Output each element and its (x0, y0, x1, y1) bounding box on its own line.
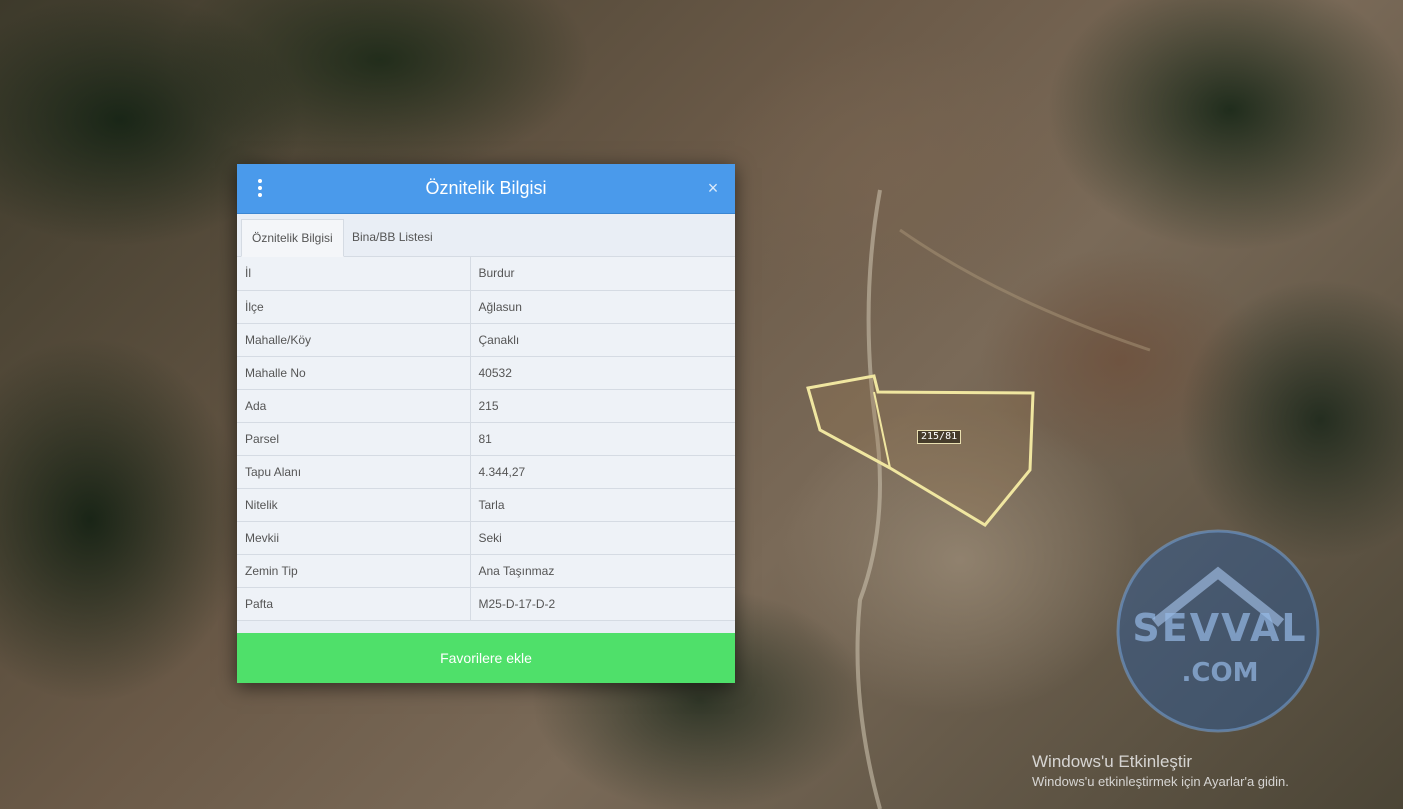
row-value: Ana Taşınmaz (470, 554, 735, 588)
row-value: 4.344,27 (470, 455, 735, 489)
row-key: Tapu Alanı (237, 455, 471, 489)
row-value: M25-D-17-D-2 (470, 587, 735, 621)
row-value: 40532 (470, 356, 735, 390)
row-key: Mevkii (237, 521, 471, 555)
table-row: Mevkii Seki (237, 521, 735, 555)
row-key: Pafta (237, 587, 471, 621)
parcel-outline[interactable] (806, 374, 1035, 527)
row-value: Seki (470, 521, 735, 555)
table-row: Mahalle No 40532 (237, 356, 735, 390)
activation-title: Windows'u Etkinleştir (1032, 752, 1193, 771)
close-icon[interactable]: × (705, 178, 721, 198)
row-value: Çanaklı (470, 323, 735, 357)
row-value: Burdur (470, 257, 735, 291)
row-value: 81 (470, 422, 735, 456)
row-value: Ağlasun (470, 290, 735, 324)
tab-building-list[interactable]: Bina/BB Listesi (342, 219, 443, 255)
table-row: Parsel 81 (237, 422, 735, 456)
table-row: Nitelik Tarla (237, 488, 735, 522)
dialog-header: Öznitelik Bilgisi × (237, 164, 735, 214)
sevval-watermark: SEVVAL .COM (1115, 528, 1325, 733)
table-row: İl Burdur (237, 257, 735, 291)
add-to-favorites-button[interactable]: Favorilere ekle (237, 633, 735, 683)
row-key: Ada (237, 389, 471, 423)
row-key: İl (237, 257, 471, 291)
tab-attribute-info[interactable]: Öznitelik Bilgisi (241, 219, 344, 257)
dialog-tabs: Öznitelik Bilgisi Bina/BB Listesi (237, 214, 735, 257)
attribute-info-dialog: Öznitelik Bilgisi × Öznitelik Bilgisi Bi… (237, 164, 735, 683)
table-row: Zemin Tip Ana Taşınmaz (237, 554, 735, 588)
row-key: Zemin Tip (237, 554, 471, 588)
dialog-title: Öznitelik Bilgisi (425, 178, 547, 198)
windows-activation-notice: Windows'u Etkinleştir Windows'u etkinleş… (1032, 752, 1289, 789)
row-key: Mahalle/Köy (237, 323, 471, 357)
dirt-road (855, 189, 882, 809)
table-row: Tapu Alanı 4.344,27 (237, 455, 735, 489)
table-row: Ada 215 (237, 389, 735, 423)
watermark-line2: .COM (1181, 658, 1259, 688)
table-row: Pafta M25-D-17-D-2 (237, 587, 735, 621)
row-key: İlçe (237, 290, 471, 324)
row-value: 215 (470, 389, 735, 423)
row-key: Nitelik (237, 488, 471, 522)
watermark-line1: SEVVAL (1132, 606, 1308, 650)
attribute-table: İl Burdur İlçe Ağlasun Mahalle/Köy Çanaklı … (237, 257, 735, 621)
table-row: Mahalle/Köy Çanaklı (237, 323, 735, 357)
field-track (899, 228, 1151, 352)
row-key: Mahalle No (237, 356, 471, 390)
parcel-label: 215/81 (917, 430, 962, 444)
activation-subtitle: Windows'u etkinleştirmek için Ayarlar'a … (1032, 774, 1289, 789)
row-key: Parsel (237, 422, 471, 456)
table-row: İlçe Ağlasun (237, 290, 735, 324)
row-value: Tarla (470, 488, 735, 522)
